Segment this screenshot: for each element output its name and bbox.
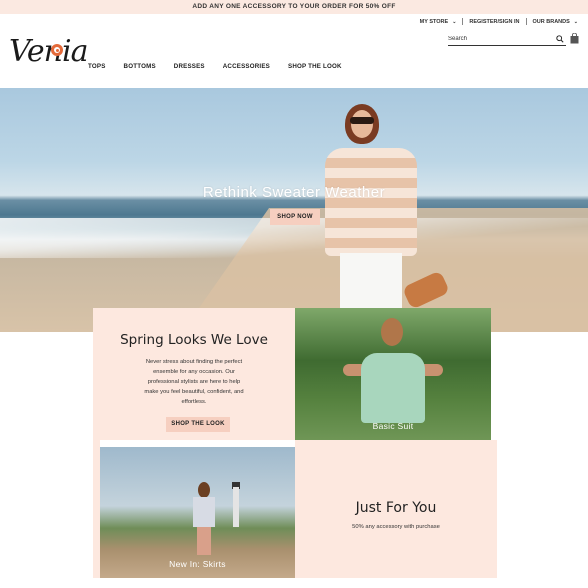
chevron-down-icon: ⌄ <box>573 18 578 25</box>
divider <box>525 18 527 25</box>
my-store-label: MY STORE <box>419 18 449 25</box>
venia-logo[interactable]: Venia <box>9 32 88 72</box>
shop-the-look-button[interactable]: SHOP THE LOOK <box>166 417 230 432</box>
hero-banner[interactable]: Rethink Sweater Weather SHOP NOW <box>0 88 588 332</box>
search-icon[interactable] <box>556 35 564 43</box>
new-in-skirts-tile[interactable]: New In: Skirts <box>100 447 295 578</box>
search-input[interactable] <box>448 34 548 44</box>
chevron-down-icon: ⌄ <box>452 18 457 25</box>
hero-model-sunglasses <box>350 117 374 124</box>
main-nav: TOPS BOTTOMS DRESSES ACCESSORIES SHOP TH… <box>88 63 360 70</box>
model-skirt <box>197 527 211 555</box>
spring-looks-title: Spring Looks We Love <box>120 332 268 348</box>
our-brands-label: OUR BRANDS <box>532 18 570 25</box>
nav-item-tops[interactable]: TOPS <box>88 63 106 70</box>
nav-item-bottoms[interactable]: BOTTOMS <box>124 63 156 70</box>
hero-title: Rethink Sweater Weather <box>202 184 386 201</box>
search-box <box>448 33 566 46</box>
hero-model-face <box>351 110 373 138</box>
just-for-you-subtitle: 50% any accessory with purchase <box>352 524 440 530</box>
logo-badge-icon <box>51 44 63 56</box>
new-in-skirts-caption: New In: Skirts <box>169 559 226 569</box>
register-signin-link[interactable]: REGISTER/SIGN IN <box>469 19 519 25</box>
my-store-link[interactable]: MY STORE ⌄ <box>420 19 457 25</box>
spring-looks-panel: Spring Looks We Love Never stress about … <box>93 308 295 440</box>
lighthouse <box>233 487 239 527</box>
shop-now-button[interactable]: SHOP NOW <box>270 209 320 225</box>
model-top <box>193 497 215 527</box>
hero-model-sweater <box>325 148 417 256</box>
model-top <box>361 353 425 423</box>
nav-item-shop-the-look[interactable]: SHOP THE LOOK <box>288 63 342 70</box>
model-head <box>381 318 403 346</box>
just-for-you-title: Just For You <box>355 500 437 516</box>
nav-item-accessories[interactable]: ACCESSORIES <box>223 63 270 70</box>
spring-looks-description: Never stress about finding the perfect e… <box>144 359 244 405</box>
divider <box>462 18 464 25</box>
model-head <box>198 482 210 498</box>
promo-banner: ADD ANY ONE ACCESSORY TO YOUR ORDER FOR … <box>0 0 588 14</box>
logo-wordmark: Venia <box>9 34 88 69</box>
nav-item-dresses[interactable]: DRESSES <box>174 63 205 70</box>
basic-suit-caption: Basic Suit <box>372 421 414 431</box>
our-brands-link[interactable]: OUR BRANDS ⌄ <box>533 19 578 25</box>
basic-suit-tile[interactable]: Basic Suit <box>295 308 491 440</box>
shopping-bag-icon[interactable] <box>570 33 579 44</box>
just-for-you-panel: Just For You 50% any accessory with purc… <box>295 440 497 578</box>
panel-edge <box>93 440 100 578</box>
utility-nav: MY STORE ⌄ REGISTER/SIGN IN OUR BRANDS ⌄ <box>420 18 578 25</box>
